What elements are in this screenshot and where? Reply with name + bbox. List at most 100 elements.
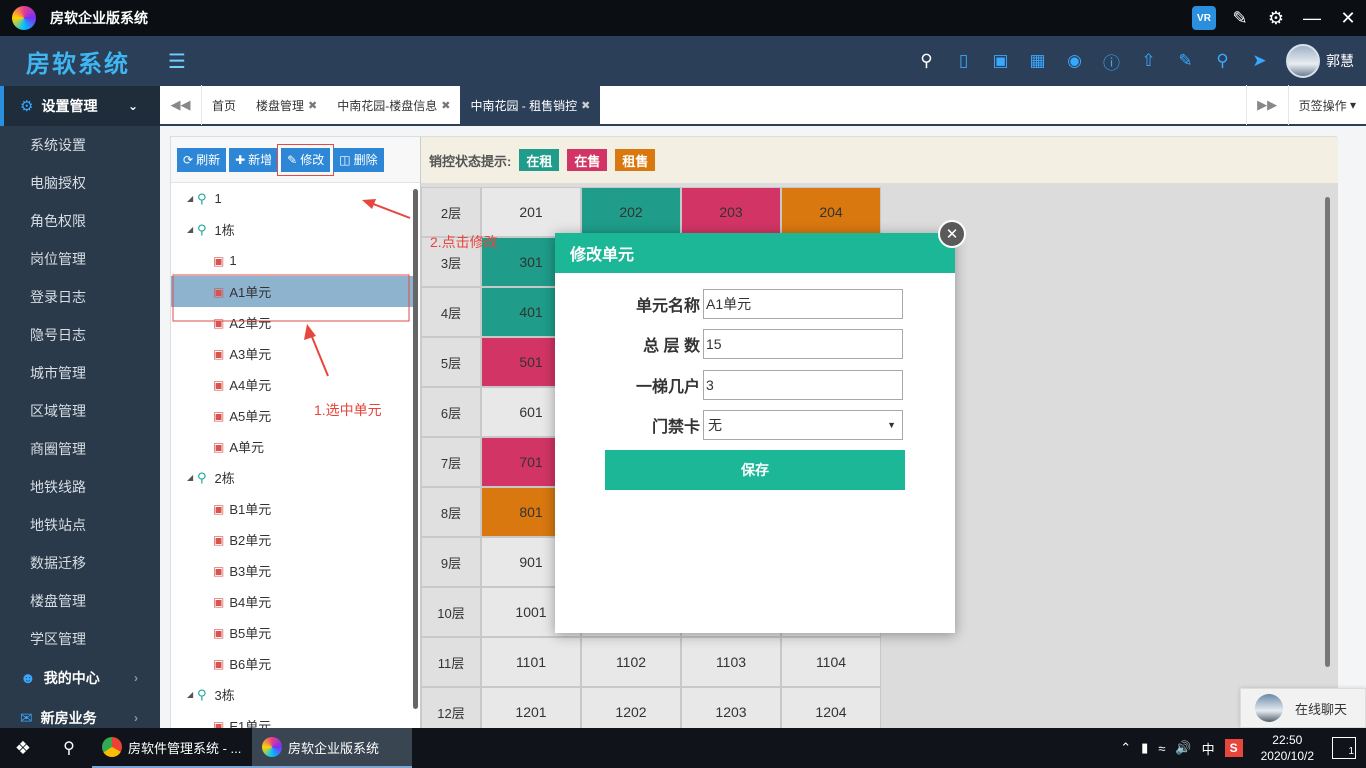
tree-unit-node[interactable]: ▣ 1 [171,245,420,276]
sidebar-item[interactable]: 系统设置 [0,126,160,164]
sidebar-item[interactable]: 隐号日志 [0,316,160,354]
total-floors-input[interactable] [703,329,903,359]
tab[interactable]: 中南花园-楼盘信息 ✖ [327,85,460,125]
room-cell[interactable]: 1103 [681,637,781,687]
sidebar-section-settings[interactable]: ⚙ 设置管理 ⌄ [0,86,160,126]
tree-unit-node[interactable]: ▣ B5单元 [171,617,420,648]
sidebar-item[interactable]: 楼盘管理 [0,582,160,620]
search-icon[interactable]: ⚲ [46,728,92,768]
settings-icon[interactable]: ⚙ [1258,0,1294,36]
room-cell[interactable]: 1104 [781,637,881,687]
tab-close-icon[interactable]: ✖ [581,99,590,112]
tree-building-node[interactable]: ◢ ⚲ 1栋 [171,214,420,245]
room-cell[interactable]: 203 [681,187,781,237]
sidebar-item[interactable]: 地铁线路 [0,468,160,506]
battery-icon[interactable]: ▮ [1141,740,1148,756]
delete-button[interactable]: ◫ 删除 [333,147,384,172]
tree-unit-node[interactable]: ▣ A1单元 [171,276,414,307]
tab[interactable]: 首页 [202,85,246,125]
edit-window-icon[interactable]: ✎ [1222,0,1258,36]
access-card-select[interactable]: 无 ▼ [703,410,903,440]
phone-icon[interactable]: ▯ [945,43,982,79]
tab-scroll-left-icon[interactable]: ◀◀ [160,85,202,125]
tab[interactable]: 中南花园 - 租售销控 ✖ [460,85,601,125]
tree-unit-node[interactable]: ▣ A单元 [171,431,420,462]
sidebar-item[interactable]: 角色权限 [0,202,160,240]
sidebar-item[interactable]: 地铁站点 [0,506,160,544]
tree-scrollbar[interactable] [413,189,418,709]
tree-unit-node[interactable]: ▣ A4单元 [171,369,420,400]
close-dialog-icon[interactable]: ✕ [938,220,966,248]
sogou-icon[interactable]: S [1224,739,1243,757]
tree-unit-node[interactable]: ▣ B3单元 [171,555,420,586]
edit-button[interactable]: ✎ 修改 [277,143,335,176]
room-cell[interactable]: 1102 [581,637,681,687]
refresh-button[interactable]: ⟳ 刷新 [177,147,227,172]
taskbar-app-fangruan[interactable]: 房软企业版系统 [252,728,412,768]
tree-building-node[interactable]: ◢ ⚲ 3栋 [171,679,420,710]
tray-up-arrow-icon[interactable]: ⌃ [1120,740,1131,756]
expand-toggle-icon[interactable]: ◢ [187,473,197,482]
sidebar-item[interactable]: 电脑授权 [0,164,160,202]
tree-building-node[interactable]: ◢ ⚲ 1 [171,183,420,214]
sidebar-section-my-center[interactable]: ☻ 我的中心 › [0,658,160,698]
tree-building-node[interactable]: ◢ ⚲ 2栋 [171,462,420,493]
user-avatar[interactable] [1286,44,1320,78]
tab-operations-menu[interactable]: 页签操作 ▾ [1287,85,1366,125]
map-pin-icon[interactable]: ⚲ [1204,43,1241,79]
run-icon[interactable]: ➤ [1241,43,1278,79]
legend-badge: 租售 [615,149,656,171]
user-name[interactable]: 郭慧 [1326,51,1354,71]
sidebar-item[interactable]: 登录日志 [0,278,160,316]
tree-unit-node[interactable]: ▣ B4单元 [171,586,420,617]
room-cell[interactable]: 201 [481,187,581,237]
ime-indicator[interactable]: 中 [1202,739,1215,758]
search-icon[interactable]: ⚲ [908,43,945,79]
unit-name-input[interactable] [703,289,903,319]
room-cell[interactable]: 1101 [481,637,581,687]
tree-unit-node[interactable]: ▣ A5单元 [171,400,420,431]
room-cell[interactable]: 204 [781,187,881,237]
expand-toggle-icon[interactable]: ◢ [187,225,197,234]
tree-unit-node[interactable]: ▣ A2单元 [171,307,420,338]
add-button[interactable]: ✚ 新增 [229,147,279,172]
upload-icon[interactable]: ⇧ [1130,43,1167,79]
households-input[interactable] [703,370,903,400]
sidebar-item[interactable]: 商圈管理 [0,430,160,468]
tree-unit-node[interactable]: ▣ A3单元 [171,338,420,369]
close-button[interactable]: ✕ [1330,0,1366,36]
tab[interactable]: 楼盘管理 ✖ [246,85,327,125]
online-chat-button[interactable]: 在线聊天 [1240,688,1366,728]
sidebar-item[interactable]: 区域管理 [0,392,160,430]
vr-icon[interactable]: VR [1186,0,1222,36]
tab-scroll-right-icon[interactable]: ▶▶ [1245,85,1288,125]
room-cell[interactable]: 202 [581,187,681,237]
sidebar-item[interactable]: 岗位管理 [0,240,160,278]
tab-close-icon[interactable]: ✖ [308,99,317,112]
minimize-button[interactable]: — [1294,0,1330,36]
clock[interactable]: 22:50 2020/10/2 [1261,732,1314,764]
grid-icon[interactable]: ▦ [1019,43,1056,79]
menu-toggle-icon[interactable]: ☰ [168,49,186,74]
expand-toggle-icon[interactable]: ◢ [187,194,197,203]
windows-start-icon[interactable]: ❖ [0,728,46,768]
tree-unit-node[interactable]: ▣ B6单元 [171,648,420,679]
expand-toggle-icon[interactable]: ◢ [187,690,197,699]
sidebar-item[interactable]: 数据迁移 [0,544,160,582]
tab-close-icon[interactable]: ✖ [441,99,450,112]
taskbar-app-chrome[interactable]: 房软件管理系统 - ... [92,728,252,768]
contact-icon[interactable]: ▣ [982,43,1019,79]
sidebar-section-new-house[interactable]: ✉ 新房业务 › [0,698,160,728]
grid-scrollbar[interactable] [1325,197,1330,667]
notification-icon[interactable]: 1 [1332,737,1356,759]
tree-unit-node[interactable]: ▣ B1单元 [171,493,420,524]
sidebar-item[interactable]: 城市管理 [0,354,160,392]
help-icon[interactable]: ⓘ [1093,43,1130,79]
save-button[interactable]: 保存 [605,450,905,490]
location-icon[interactable]: ◉ [1056,43,1093,79]
sidebar-item[interactable]: 学区管理 [0,620,160,658]
note-icon[interactable]: ✎ [1167,43,1204,79]
volume-icon[interactable]: 🔊 [1175,740,1191,756]
tree-unit-node[interactable]: ▣ B2单元 [171,524,420,555]
wifi-icon[interactable]: ≈ [1158,741,1165,756]
